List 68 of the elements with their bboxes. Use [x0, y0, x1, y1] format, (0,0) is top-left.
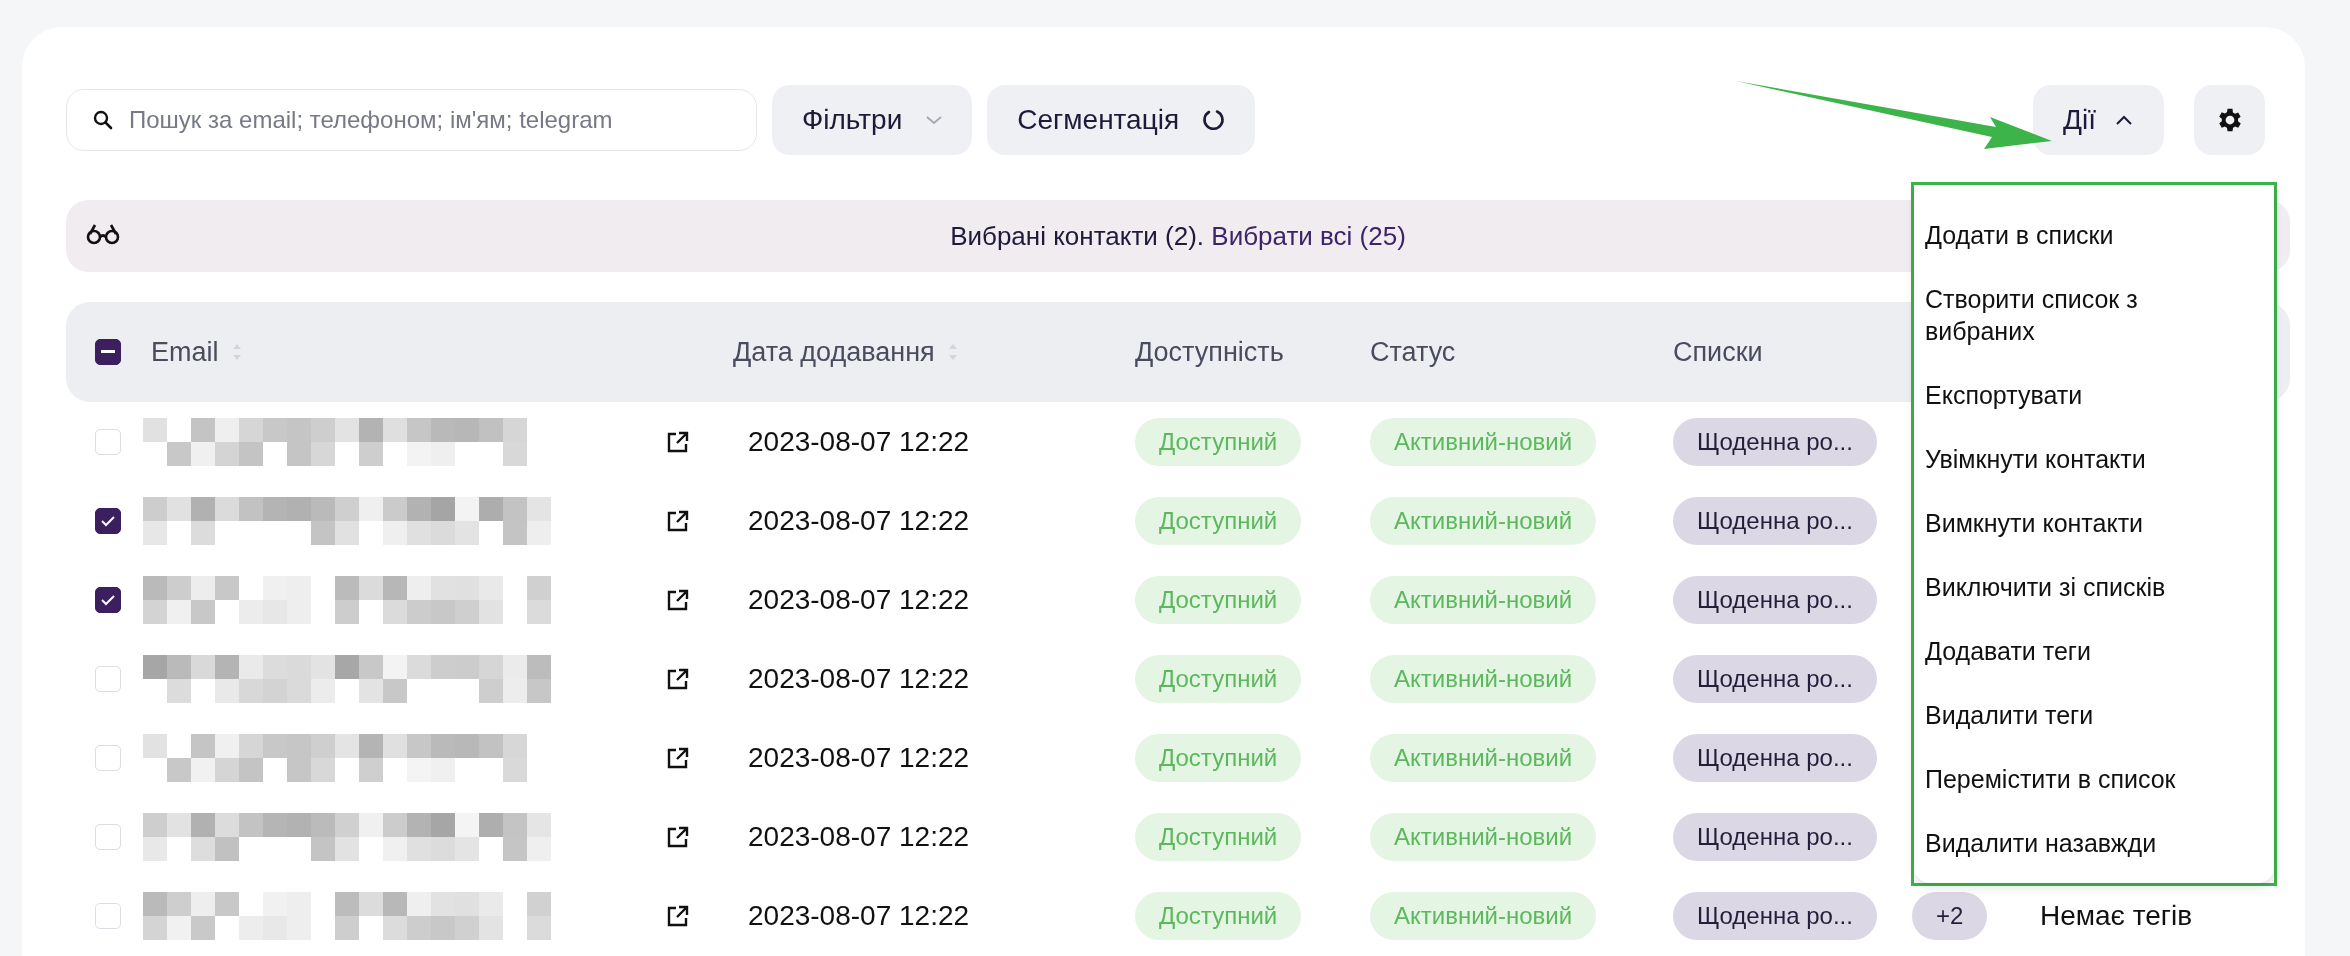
column-header: Списки: [1673, 336, 1763, 368]
row-checkbox[interactable]: [95, 586, 121, 613]
status-badge: Активний-новий: [1370, 733, 1597, 782]
status-badge: Активний-новий: [1370, 496, 1597, 545]
select-all-checkbox[interactable]: [95, 339, 121, 365]
status-badge: Активний-новий: [1370, 654, 1597, 703]
external-link-icon[interactable]: [667, 904, 689, 927]
select-all-link[interactable]: Вибрати всі (25): [1211, 220, 1406, 251]
menu-item[interactable]: Додати в списки: [1914, 203, 2274, 267]
external-link-icon[interactable]: [667, 588, 689, 611]
search-icon: [93, 110, 113, 130]
menu-item[interactable]: Додавати теги: [1914, 619, 2274, 683]
status-badge: Активний-новий: [1370, 891, 1597, 940]
list-badge: Щоденна ро...: [1673, 733, 1877, 782]
checkmark-icon: [100, 593, 116, 606]
column-header[interactable]: Дата додавання: [733, 336, 935, 368]
filter-button[interactable]: Фільтри: [772, 85, 973, 155]
status-badge: Активний-новий: [1370, 812, 1597, 861]
list-badge: Щоденна ро...: [1673, 575, 1877, 624]
menu-item[interactable]: Експортувати: [1914, 363, 2274, 427]
availability-badge: Доступний: [1135, 654, 1302, 703]
column-header: Доступність: [1135, 336, 1284, 368]
availability-badge: Доступний: [1135, 575, 1302, 624]
list-badge: Щоденна ро...: [1673, 417, 1877, 466]
date-text: 2023-08-07 12:22: [748, 820, 971, 853]
actions-button[interactable]: Дії: [2033, 85, 2164, 155]
row-checkbox[interactable]: [95, 507, 121, 534]
external-link-icon[interactable]: [667, 746, 689, 769]
external-link-icon[interactable]: [667, 825, 689, 848]
column-header[interactable]: Email: [151, 336, 219, 368]
list-badge: Щоденна ро...: [1673, 891, 1877, 940]
column-header: Статус: [1370, 336, 1456, 368]
menu-item[interactable]: Вимкнути контакти: [1914, 491, 2274, 555]
list-badge: Щоденна ро...: [1673, 812, 1877, 861]
availability-badge: Доступний: [1135, 417, 1302, 466]
menu-item[interactable]: Видалити теги: [1914, 683, 2274, 747]
date-text: 2023-08-07 12:22: [748, 662, 971, 695]
more-lists-badge: +2: [1912, 891, 1988, 940]
availability-badge: Доступний: [1135, 812, 1302, 861]
minus-icon: [101, 350, 115, 354]
status-badge: Активний-новий: [1370, 417, 1597, 466]
menu-item[interactable]: Видалити назавжди: [1914, 811, 2274, 875]
list-badge: Щоденна ро...: [1673, 654, 1877, 703]
date-text: 2023-08-07 12:22: [748, 899, 971, 932]
date-text: 2023-08-07 12:22: [748, 741, 971, 774]
date-text: 2023-08-07 12:22: [748, 583, 971, 616]
checkmark-icon: [100, 514, 116, 527]
date-text: 2023-08-07 12:22: [748, 425, 971, 458]
external-link-icon[interactable]: [667, 667, 689, 690]
availability-badge: Доступний: [1135, 733, 1302, 782]
tags-text: Немає тегів: [2040, 899, 2194, 932]
external-link-icon[interactable]: [667, 509, 689, 532]
glasses-icon: [86, 222, 120, 246]
menu-item[interactable]: Виключити зі списків: [1914, 555, 2274, 619]
search-field[interactable]: Пошук за email; телефоном; ім'ям; telegram: [66, 89, 757, 151]
selection-count-text: Вибрані контакти (2).: [950, 220, 1205, 251]
menu-item[interactable]: Створити список з вибраних: [1914, 267, 2274, 363]
date-text: 2023-08-07 12:22: [748, 504, 971, 537]
external-link-icon[interactable]: [667, 430, 689, 453]
status-badge: Активний-новий: [1370, 575, 1597, 624]
availability-badge: Доступний: [1135, 891, 1302, 940]
availability-badge: Доступний: [1135, 496, 1302, 545]
settings-button[interactable]: [2194, 85, 2265, 155]
list-badge: Щоденна ро...: [1673, 496, 1877, 545]
menu-item[interactable]: Увімкнути контакти: [1914, 427, 2274, 491]
menu-item[interactable]: Перемістити в список: [1914, 747, 2274, 811]
chevron-icon: [2114, 114, 2134, 126]
segmentation-button[interactable]: Сегментація: [987, 85, 1256, 155]
